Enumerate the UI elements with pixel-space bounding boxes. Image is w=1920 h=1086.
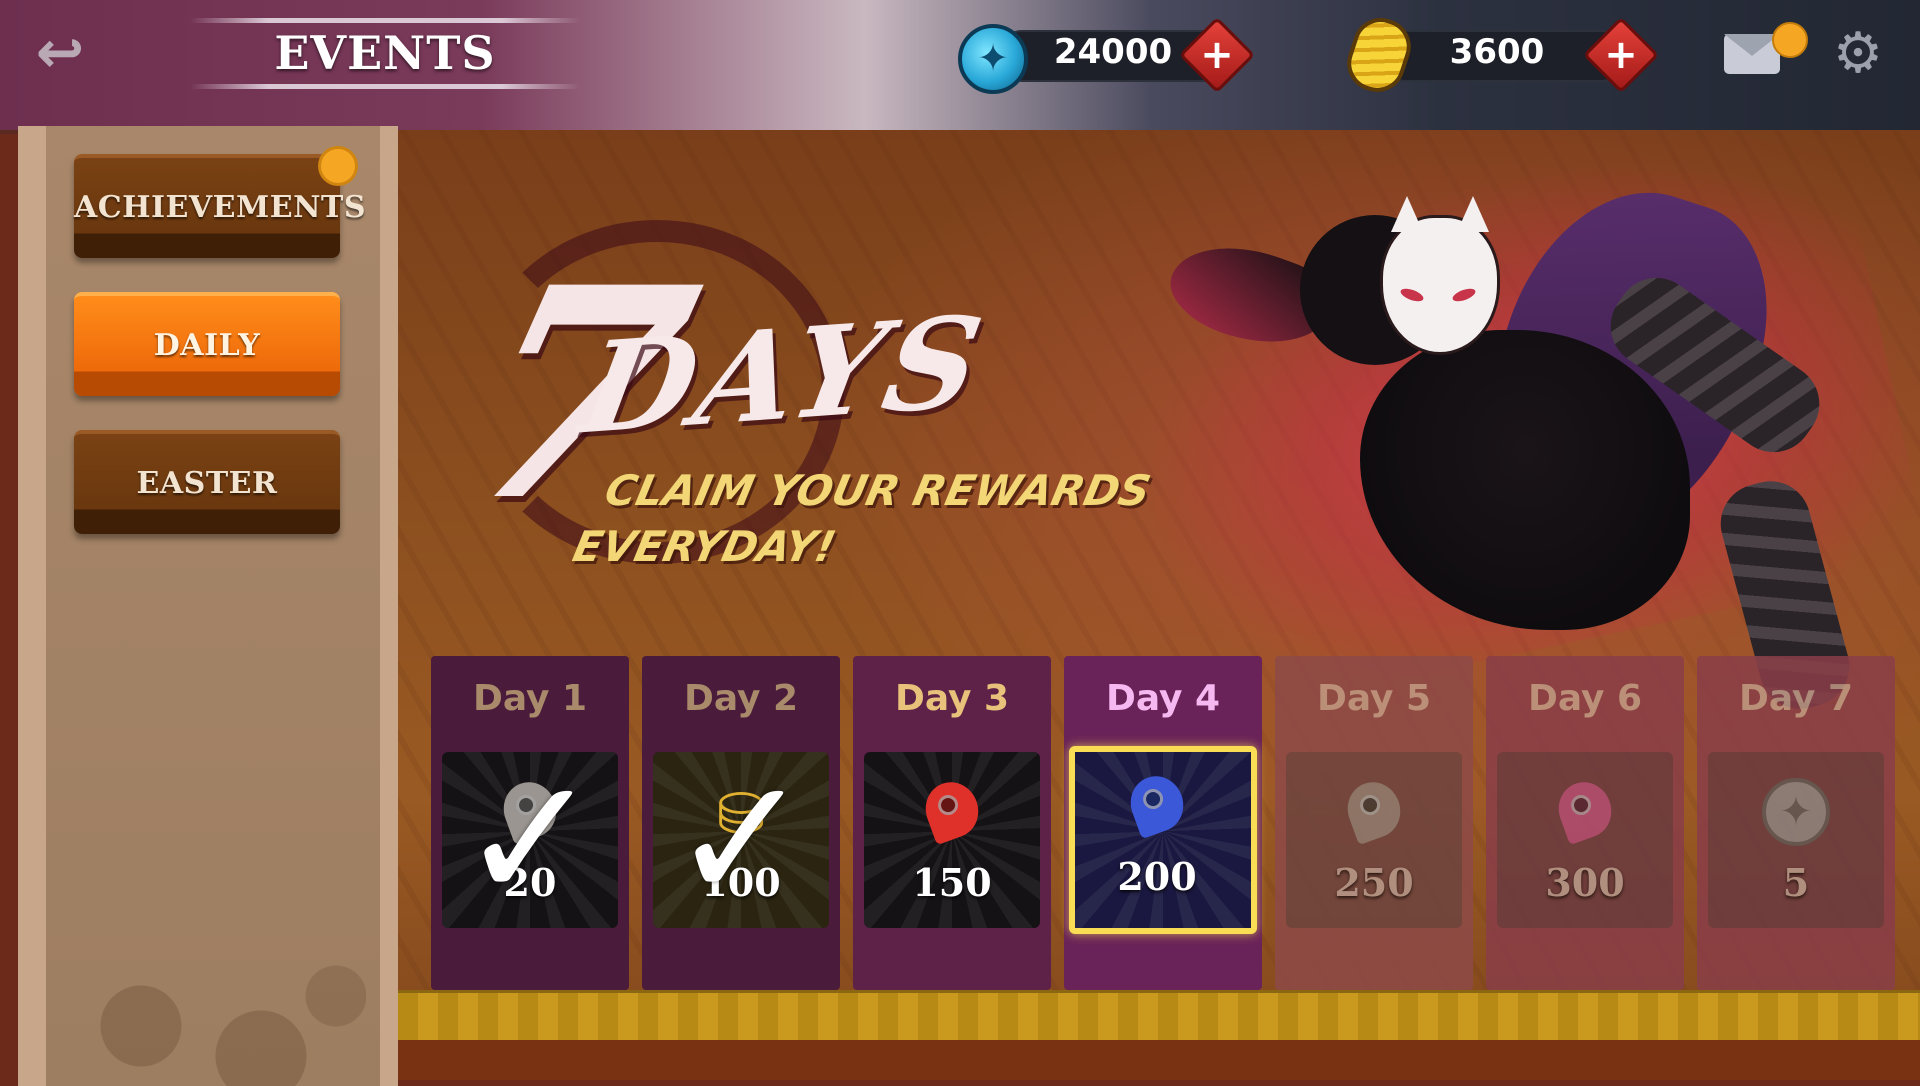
- reward-slot: 20 ✓: [442, 752, 618, 928]
- banner-tagline-1: CLAIM YOUR REWARDS: [600, 466, 1155, 515]
- shuriken-coin-icon: [958, 24, 1028, 94]
- red-soul-icon: [917, 774, 987, 846]
- gold-coin-icon: [1339, 10, 1419, 100]
- day-card-locked[interactable]: Day 7 ✦ 5: [1697, 656, 1895, 990]
- fox-mask: [1380, 196, 1500, 355]
- reward-slot: 300: [1497, 752, 1673, 928]
- tab-achievements[interactable]: ACHIEVEMENTS: [74, 154, 366, 258]
- title-brush-stroke-bottom: [190, 84, 580, 89]
- back-arrow-icon[interactable]: ↩: [28, 22, 92, 82]
- top-bar: ↩ EVENTS 24000 + 3600 + ⚙: [0, 0, 1920, 134]
- day-label: Day 6: [1527, 678, 1643, 719]
- reward-amount: 200: [1117, 854, 1197, 899]
- claimed-check-icon: ✓: [669, 752, 813, 928]
- shuriken-amount: 24000: [1053, 32, 1173, 72]
- day-label: Day 5: [1316, 678, 1432, 719]
- claimed-check-icon: ✓: [458, 752, 602, 928]
- tab-easter[interactable]: EASTER: [74, 430, 340, 534]
- banner-tagline-2: EVERYDAY!: [568, 522, 841, 571]
- grey-soul-icon: [1339, 774, 1409, 846]
- reward-slot-selected: 200: [1069, 746, 1257, 934]
- reward-slot: ✦ 5: [1708, 752, 1884, 928]
- shuriken-currency: 24000 +: [958, 16, 1288, 94]
- day-label: Day 7: [1738, 678, 1854, 719]
- page-title: EVENTS: [274, 26, 496, 80]
- day-card[interactable]: Day 2 ⛁ 100 ✓: [642, 656, 840, 990]
- day-label: Day 2: [683, 678, 799, 719]
- pink-soul-icon: [1550, 774, 1620, 846]
- reward-amount: 300: [1545, 860, 1625, 905]
- reward-amount: 250: [1334, 860, 1414, 905]
- day-label: Day 4: [1105, 678, 1221, 719]
- sidebar: [18, 126, 398, 1086]
- day-card-locked[interactable]: Day 5 250: [1275, 656, 1473, 990]
- day-card-current[interactable]: Day 4 200: [1064, 656, 1262, 990]
- plus-icon: +: [1200, 32, 1234, 78]
- sidebar-ornament: [66, 886, 366, 1086]
- tab-daily-rewards[interactable]: DAILY REWARDS: [74, 292, 340, 463]
- mail-notification-badge: [1772, 22, 1808, 58]
- banner-word: DAYS: [571, 287, 994, 463]
- gold-currency: 3600 +: [1339, 10, 1672, 100]
- day-card[interactable]: Day 3 150: [853, 656, 1051, 990]
- title-brush-stroke-top: [190, 18, 580, 23]
- floor-base: [398, 1040, 1920, 1080]
- blue-soul-icon: [1122, 768, 1192, 840]
- day-card-locked[interactable]: Day 6 300: [1486, 656, 1684, 990]
- reward-amount: 5: [1782, 860, 1810, 905]
- achievements-notification-badge: [318, 146, 358, 186]
- floor-pattern: [398, 990, 1920, 1043]
- gold-amount: 3600: [1449, 32, 1545, 72]
- reward-slot: ⛁ 100 ✓: [653, 752, 829, 928]
- plus-icon: +: [1604, 32, 1638, 78]
- reward-slot: 150: [864, 752, 1040, 928]
- gear-icon[interactable]: ⚙: [1830, 26, 1886, 82]
- day-card[interactable]: Day 1 20 ✓: [431, 656, 629, 990]
- shuriken-coin-icon: ✦: [1762, 778, 1830, 846]
- day-label: Day 1: [472, 678, 588, 719]
- day-label: Day 3: [894, 678, 1010, 719]
- page-title-plate: EVENTS: [190, 14, 580, 94]
- reward-slot: 250: [1286, 752, 1462, 928]
- reward-amount: 150: [912, 860, 992, 905]
